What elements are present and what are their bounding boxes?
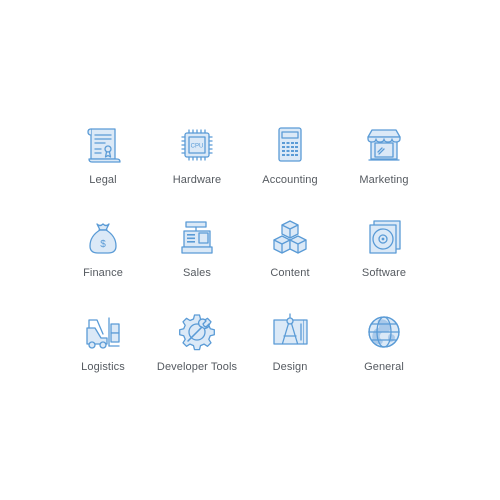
category-label: Logistics: [81, 361, 125, 373]
category-marketing[interactable]: Marketing: [337, 123, 431, 203]
category-accounting[interactable]: Accounting: [243, 123, 337, 203]
category-label: General: [364, 361, 404, 373]
certificate-scroll-icon: [81, 123, 125, 167]
money-bag-icon: $: [81, 216, 125, 260]
category-label: Software: [361, 267, 407, 279]
calculator-icon: [268, 123, 312, 167]
svg-text:$: $: [100, 239, 106, 250]
blueprint-compass-icon: [268, 310, 312, 354]
category-label: Developer Tools: [156, 361, 238, 373]
category-label: Legal: [89, 174, 117, 186]
gear-wrench-icon: [175, 310, 219, 354]
category-label: Hardware: [172, 174, 222, 186]
category-legal[interactable]: Legal: [56, 123, 150, 203]
category-hardware[interactable]: CPU Hardware: [150, 123, 244, 203]
category-logistics[interactable]: Logistics: [56, 310, 150, 390]
category-software[interactable]: Software: [337, 216, 431, 296]
svg-text:CPU: CPU: [191, 144, 204, 150]
category-label: Marketing: [359, 174, 409, 186]
category-label: Content: [270, 267, 310, 279]
stacked-boxes-icon: [268, 216, 312, 260]
category-label: Accounting: [262, 174, 318, 186]
cpu-chip-icon: CPU: [175, 123, 219, 167]
globe-icon: [362, 310, 406, 354]
category-general[interactable]: General: [337, 310, 431, 390]
category-design[interactable]: Design: [243, 310, 337, 390]
cash-register-icon: [175, 216, 219, 260]
category-developer-tools[interactable]: Developer Tools: [150, 310, 244, 390]
category-sales[interactable]: Sales: [150, 216, 244, 296]
category-content[interactable]: Content: [243, 216, 337, 296]
storefront-icon: [362, 123, 406, 167]
category-label: Sales: [182, 267, 212, 279]
cd-case-icon: [362, 216, 406, 260]
category-finance[interactable]: $ Finance: [56, 216, 150, 296]
category-label: Design: [272, 361, 308, 373]
category-label: Finance: [83, 267, 123, 279]
forklift-icon: [81, 310, 125, 354]
